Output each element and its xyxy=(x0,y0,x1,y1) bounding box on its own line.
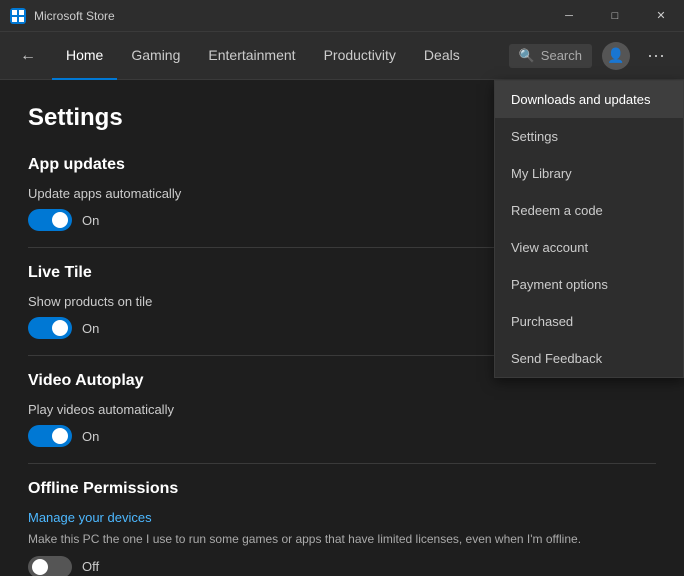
video-autoplay-toggle-text: On xyxy=(82,429,99,444)
auto-update-toggle-text: On xyxy=(82,213,99,228)
offline-permissions-title: Offline Permissions xyxy=(28,480,656,498)
video-autoplay-row: On xyxy=(28,425,656,447)
avatar[interactable]: 👤 xyxy=(602,42,630,70)
dropdown-feedback[interactable]: Send Feedback xyxy=(495,340,683,377)
manage-devices-link[interactable]: Manage your devices xyxy=(28,510,656,525)
video-autoplay-section: Video Autoplay Play videos automatically… xyxy=(28,372,656,447)
title-bar: Microsoft Store ─ □ ✕ xyxy=(0,0,684,32)
auto-update-toggle[interactable] xyxy=(28,209,72,231)
offline-toggle[interactable] xyxy=(28,556,72,576)
search-label: Search xyxy=(541,48,582,63)
offline-description: Make this PC the one I use to run some g… xyxy=(28,531,656,548)
nav-right: 🔍 Search 👤 ··· xyxy=(509,40,672,72)
nav-home[interactable]: Home xyxy=(52,32,117,80)
title-bar-controls: ─ □ ✕ xyxy=(546,0,684,32)
app-title: Microsoft Store xyxy=(34,9,115,23)
maximize-button[interactable]: □ xyxy=(592,0,638,32)
nav-links: Home Gaming Entertainment Productivity D… xyxy=(52,32,509,80)
offline-row: Off xyxy=(28,556,656,576)
app-icon xyxy=(10,8,26,24)
dropdown-settings[interactable]: Settings xyxy=(495,118,683,155)
minimize-button[interactable]: ─ xyxy=(546,0,592,32)
dropdown-payment[interactable]: Payment options xyxy=(495,266,683,303)
dropdown-menu: Downloads and updates Settings My Librar… xyxy=(494,80,684,378)
search-icon: 🔍 xyxy=(519,48,535,64)
nav-bar: ← Home Gaming Entertainment Productivity… xyxy=(0,32,684,80)
nav-gaming[interactable]: Gaming xyxy=(117,32,194,80)
divider-3 xyxy=(28,463,656,464)
live-tile-toggle-text: On xyxy=(82,321,99,336)
video-autoplay-toggle[interactable] xyxy=(28,425,72,447)
back-button[interactable]: ← xyxy=(12,40,44,72)
dropdown-purchased[interactable]: Purchased xyxy=(495,303,683,340)
offline-toggle-text: Off xyxy=(82,559,99,574)
more-button[interactable]: ··· xyxy=(640,40,672,72)
close-button[interactable]: ✕ xyxy=(638,0,684,32)
dropdown-downloads[interactable]: Downloads and updates xyxy=(495,81,683,118)
offline-permissions-section: Offline Permissions Manage your devices … xyxy=(28,480,656,576)
dropdown-redeem[interactable]: Redeem a code xyxy=(495,192,683,229)
live-tile-toggle[interactable] xyxy=(28,317,72,339)
nav-productivity[interactable]: Productivity xyxy=(310,32,410,80)
nav-entertainment[interactable]: Entertainment xyxy=(194,32,309,80)
dropdown-my-library[interactable]: My Library xyxy=(495,155,683,192)
nav-deals[interactable]: Deals xyxy=(410,32,474,80)
video-autoplay-label: Play videos automatically xyxy=(28,402,656,417)
main-content: Settings App updates Update apps automat… xyxy=(0,80,684,576)
dropdown-view-account[interactable]: View account xyxy=(495,229,683,266)
title-bar-left: Microsoft Store xyxy=(10,8,115,24)
search-box[interactable]: 🔍 Search xyxy=(509,44,592,68)
